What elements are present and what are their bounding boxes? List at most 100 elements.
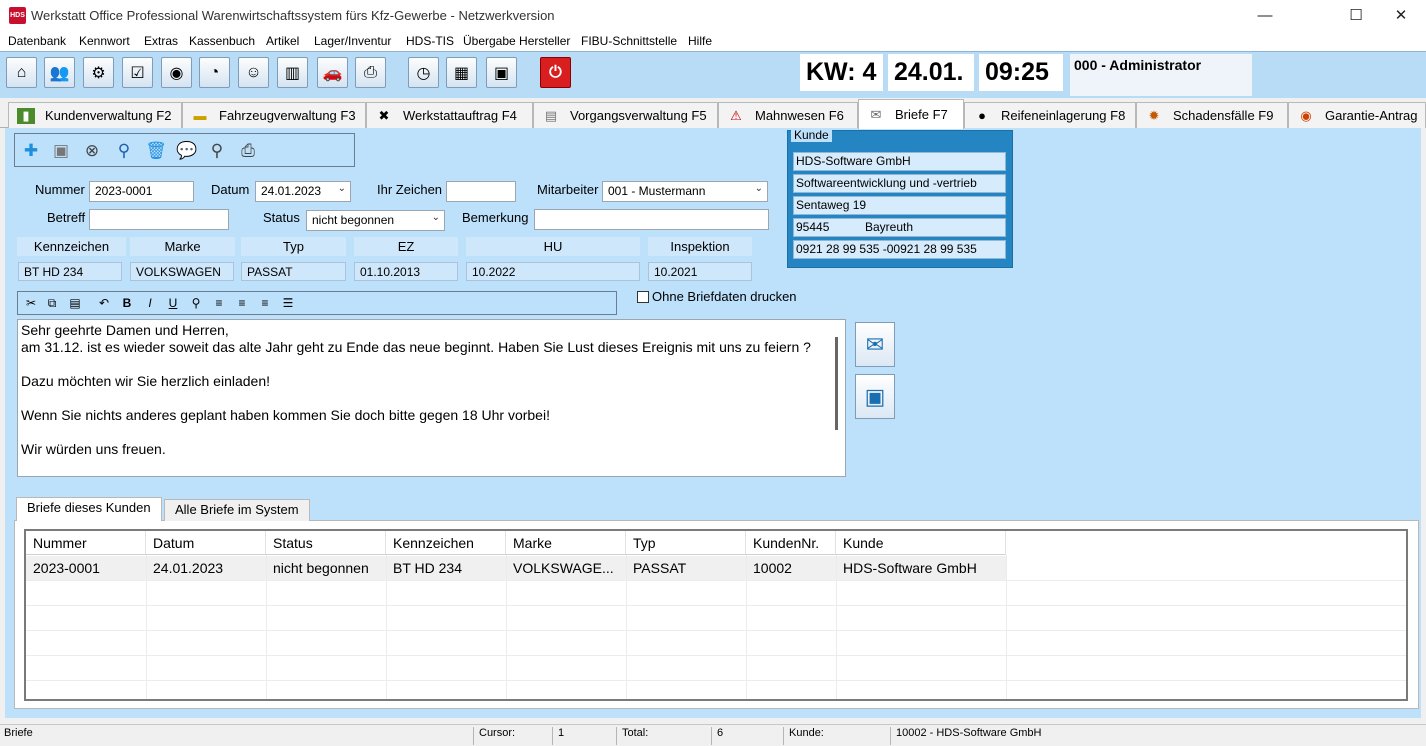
- chevron-down-icon: ⌄: [337, 183, 346, 194]
- tab-reifeneinlagerung[interactable]: ● Reifeneinlagerung F8: [964, 102, 1136, 128]
- app-logo-icon: HDS: [9, 7, 26, 24]
- column-header-kundennr[interactable]: KundenNr.: [746, 531, 836, 555]
- column-header-kennzeichen[interactable]: Kennzeichen: [386, 531, 506, 555]
- tab-briefe[interactable]: ✉ Briefe F7: [858, 99, 964, 129]
- paste-icon[interactable]: ▤: [66, 295, 84, 312]
- menu-kennwort[interactable]: Kennwort: [79, 34, 130, 48]
- clock-icon[interactable]: ◷: [408, 57, 439, 88]
- datum-picker[interactable]: 24.01.2023 ⌄: [255, 181, 351, 202]
- power-icon[interactable]: ⏻: [540, 57, 571, 88]
- bold-icon[interactable]: B: [118, 295, 136, 312]
- font-icon[interactable]: ⚲: [187, 295, 205, 312]
- zoom-icon[interactable]: ⚲: [204, 138, 230, 164]
- bullet-list-icon[interactable]: ☰: [279, 295, 297, 312]
- align-center-icon[interactable]: ≡: [233, 295, 251, 312]
- main-toolbar: ⌂ 👥 ⚙ ☑ ◉ ◔ ☺ ▥ 🚗 ⎙ ◷ ▦ ▣ ⏻ KW: 4 24.01.…: [0, 51, 1426, 98]
- vehicle-typ: PASSAT: [241, 262, 346, 281]
- gear-icon[interactable]: ⚙: [83, 57, 114, 88]
- status-separator: [711, 727, 712, 745]
- warning-icon: ⚠: [730, 107, 742, 123]
- status-select[interactable]: nicht begonnen ⌄: [306, 210, 445, 231]
- checkbox-box[interactable]: [637, 290, 649, 303]
- menu-kassenbuch[interactable]: Kassenbuch: [189, 34, 255, 48]
- menu-lager-inventur[interactable]: Lager/Inventur: [314, 34, 391, 48]
- letter-editor[interactable]: Sehr geehrte Damen und Herren, am 31.12.…: [17, 319, 846, 477]
- menu-artikel[interactable]: Artikel: [266, 34, 299, 48]
- person-icon[interactable]: ☺: [238, 57, 269, 88]
- nummer-field[interactable]: 2023-0001: [89, 181, 194, 202]
- save-icon[interactable]: ▣: [48, 138, 74, 164]
- cell-datum: 24.01.2023: [153, 560, 224, 576]
- package-icon[interactable]: ▣: [486, 57, 517, 88]
- column-header-typ[interactable]: Typ: [626, 531, 746, 555]
- maximize-button[interactable]: ☐: [1333, 0, 1379, 32]
- column-header-kunde[interactable]: Kunde: [836, 531, 1006, 555]
- cut-icon[interactable]: ✂: [22, 295, 40, 312]
- globe-icon[interactable]: ◉: [161, 57, 192, 88]
- tab-garantie-antrag[interactable]: ◉ Garantie-Antrag: [1288, 102, 1426, 128]
- column-header-marke[interactable]: Marke: [506, 531, 626, 555]
- info-icon[interactable]: 💬: [174, 138, 200, 164]
- grid-line: [266, 555, 267, 699]
- datum-label: Datum: [211, 182, 250, 197]
- calendar-icon[interactable]: ▦: [446, 57, 477, 88]
- status-cursor: 1: [558, 727, 565, 739]
- tab-schadensfaelle[interactable]: ✹ Schadensfälle F9: [1136, 102, 1288, 128]
- column-header-nummer[interactable]: Nummer: [26, 531, 146, 555]
- menu-datenbank[interactable]: Datenbank: [8, 34, 66, 48]
- menu-hilfe[interactable]: Hilfe: [688, 34, 712, 48]
- menu-uebergabe-hersteller[interactable]: Übergabe Hersteller: [463, 34, 570, 48]
- menu-hds-tis[interactable]: HDS-TIS: [406, 34, 454, 48]
- grid-line: [836, 555, 837, 699]
- pie-chart-icon[interactable]: ◔: [199, 57, 230, 88]
- tab-mahnwesen[interactable]: ⚠ Mahnwesen F6: [718, 102, 858, 128]
- menu-extras[interactable]: Extras: [144, 34, 178, 48]
- printer-icon[interactable]: ⎙: [355, 57, 386, 88]
- tab-werkstattauftrag[interactable]: ✖ Werkstattauftrag F4: [366, 102, 533, 128]
- underline-icon[interactable]: U: [164, 295, 182, 312]
- betreff-field[interactable]: [89, 209, 229, 230]
- print-icon[interactable]: ⎙: [235, 138, 261, 164]
- close-button[interactable]: ✕: [1378, 0, 1424, 32]
- mail-letter-icon[interactable]: ✉: [855, 322, 895, 367]
- tab-vorgangsverwaltung[interactable]: ▤ Vorgangsverwaltung F5: [533, 102, 718, 128]
- ihr-zeichen-field[interactable]: [446, 181, 516, 202]
- copy-icon[interactable]: ⧉: [43, 295, 61, 312]
- damage-icon: ✹: [1148, 107, 1160, 123]
- menu-fibu-schnittstelle[interactable]: FIBU-Schnittstelle: [581, 34, 677, 48]
- tab-alle-briefe[interactable]: Alle Briefe im System: [164, 499, 310, 521]
- editor-scrollbar[interactable]: [835, 337, 838, 430]
- letter-line: [21, 390, 842, 407]
- bar-chart-icon[interactable]: ▥: [277, 57, 308, 88]
- undo-icon[interactable]: ↶: [95, 295, 113, 312]
- tab-briefe-dieses-kunden[interactable]: Briefe dieses Kunden: [16, 497, 162, 521]
- grid-line: [26, 680, 1406, 681]
- delete-icon[interactable]: 🗑: [143, 138, 169, 164]
- column-header-status[interactable]: Status: [266, 531, 386, 555]
- vehicle-header-marke: Marke: [130, 237, 235, 256]
- save-letter-icon[interactable]: ▣: [855, 374, 895, 419]
- tab-kundenverwaltung[interactable]: ▮ Kundenverwaltung F2: [8, 102, 182, 128]
- align-left-icon[interactable]: ≡: [210, 295, 228, 312]
- letter-line: am 31.12. ist es wieder soweit das alte …: [21, 339, 811, 355]
- minimize-button[interactable]: —: [1242, 0, 1288, 32]
- add-icon[interactable]: ✚: [18, 138, 44, 164]
- ohne-briefdaten-checkbox[interactable]: Ohne Briefdaten drucken: [637, 289, 797, 304]
- checklist-icon[interactable]: ☑: [122, 57, 153, 88]
- title-bar: HDS Werkstatt Office Professional Warenw…: [0, 0, 1426, 32]
- letter-line: Sehr geehrte Damen und Herren,: [21, 322, 229, 338]
- cell-status: nicht begonnen: [273, 560, 369, 576]
- car-icon[interactable]: 🚗: [317, 57, 348, 88]
- align-right-icon[interactable]: ≡: [256, 295, 274, 312]
- mitarbeiter-select[interactable]: 001 - Mustermann ⌄: [602, 181, 768, 202]
- tab-fahrzeugverwaltung[interactable]: ▬ Fahrzeugverwaltung F3: [182, 102, 366, 128]
- italic-icon[interactable]: I: [141, 295, 159, 312]
- cancel-icon[interactable]: ⊗: [79, 138, 105, 164]
- search-icon[interactable]: ⚲: [111, 138, 137, 164]
- column-header-datum[interactable]: Datum: [146, 531, 266, 555]
- bemerkung-field[interactable]: [534, 209, 769, 230]
- house-icon[interactable]: ⌂: [6, 57, 37, 88]
- letter-line: Wir würden uns freuen.: [21, 441, 166, 457]
- cell-typ: PASSAT: [633, 560, 687, 576]
- people-icon[interactable]: 👥: [44, 57, 75, 88]
